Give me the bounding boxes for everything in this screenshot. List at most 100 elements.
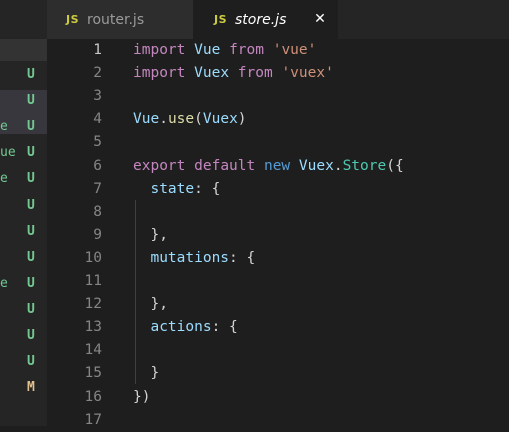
code-line[interactable]: 10 mutations: { [47,247,509,270]
tab-bar: JS router.js JS store.js ✕ [47,0,509,39]
line-number: 8 [93,204,102,220]
code-text: }) [133,386,150,409]
file-row[interactable]: U [0,297,47,323]
code-line[interactable]: 2 import Vuex from 'vuex' [47,62,509,85]
code-token: Vuex [298,158,334,174]
code-line[interactable]: 9 }, [47,224,509,247]
code-line[interactable]: 16}) [47,386,509,409]
git-status-badge: U [27,302,35,317]
code-text: import Vuex from 'vuex' [133,62,334,85]
line-number: 10 [84,250,102,266]
sidebar-section-header[interactable] [0,39,47,61]
code-token: export [133,158,186,174]
code-token: }) [133,389,151,405]
code-text: actions: { [133,316,237,339]
code-line[interactable]: 15 } [47,362,509,385]
code-text: } [133,362,159,385]
code-line[interactable]: 3 [47,85,509,108]
code-line[interactable]: 12 }, [47,293,509,316]
code-text: import Vue from 'vue' [133,39,316,62]
code-editor[interactable]: 1 import Vue from 'vue' 2 import Vuex from … [47,39,509,428]
javascript-file-icon: JS [66,13,80,26]
git-status-badge: U [27,328,35,343]
code-line[interactable]: 14 [47,339,509,362]
code-token: default [194,158,256,174]
code-line[interactable]: 5 [47,131,509,154]
file-row[interactable]: U [0,349,47,375]
line-number: 2 [93,65,102,81]
line-number: 1 [93,42,102,58]
file-row[interactable]: eU [0,166,47,192]
code-token: 'vue' [272,42,317,58]
git-status-badge: U [27,276,35,291]
code-token: from [229,42,264,58]
code-token: : { [229,250,256,266]
code-token: Vue [133,111,160,127]
code-line[interactable]: 8 [47,201,509,224]
code-token: from [237,65,273,81]
line-number: 12 [84,296,102,312]
code-token: ( [194,111,203,127]
line-number: 3 [93,88,102,104]
tab-router-js[interactable]: JS router.js [47,0,193,39]
line-number: 14 [84,342,102,358]
code-line[interactable]: 4 Vue.use(Vuex) [47,108,509,131]
line-number: 16 [84,389,102,405]
close-icon[interactable]: ✕ [312,10,328,28]
file-row[interactable]: U [0,245,47,271]
code-token: ) [237,111,247,127]
code-token: ({ [386,158,404,174]
file-row[interactable]: M [0,375,47,401]
line-number: 13 [84,319,102,335]
git-status-badge: M [27,380,35,395]
code-token: actions [150,319,212,335]
git-status-badge: U [27,93,35,108]
code-text: mutations: { [133,247,255,270]
code-token: use [167,111,195,127]
file-row[interactable]: U [0,219,47,245]
code-line[interactable]: 11 [47,270,509,293]
line-number: 9 [93,227,102,243]
code-token: Vuex [202,111,238,127]
git-status-badge: U [27,354,35,369]
sidebar-top [0,0,47,39]
file-row[interactable]: U [0,323,47,349]
code-token: : { [194,181,221,197]
file-name-fragment: ue [0,145,16,160]
code-token: . [159,111,168,127]
code-token: state [150,181,195,197]
code-line[interactable]: 17 [47,409,509,432]
javascript-file-icon: JS [214,13,228,26]
code-text: export default new Vuex.Store({ [133,155,404,178]
line-number: 7 [93,181,102,197]
file-name-fragment: e [0,171,8,186]
file-row[interactable]: eU [0,114,47,140]
git-status-badge: U [27,224,35,239]
code-token: Store [342,158,387,174]
line-number: 5 [93,134,102,150]
line-number: 6 [93,158,102,174]
code-token: new [263,158,291,174]
code-token: import [133,65,186,81]
code-line[interactable]: 7 state: { [47,178,509,201]
tab-label: store.js [235,11,287,28]
file-row[interactable]: U [0,88,47,114]
code-token: }, [133,296,168,312]
file-row[interactable]: ue U [0,140,47,166]
code-line[interactable]: 6 export default new Vuex.Store({ [47,155,509,178]
file-row[interactable]: eU [0,271,47,297]
file-name-fragment: e [0,276,8,291]
code-line[interactable]: 13 actions: { [47,316,509,339]
file-row[interactable]: U [0,193,47,219]
file-row[interactable]: U [0,62,47,88]
tab-store-js[interactable]: JS store.js ✕ [193,0,338,39]
code-line[interactable]: 1 import Vue from 'vue' [47,39,509,62]
